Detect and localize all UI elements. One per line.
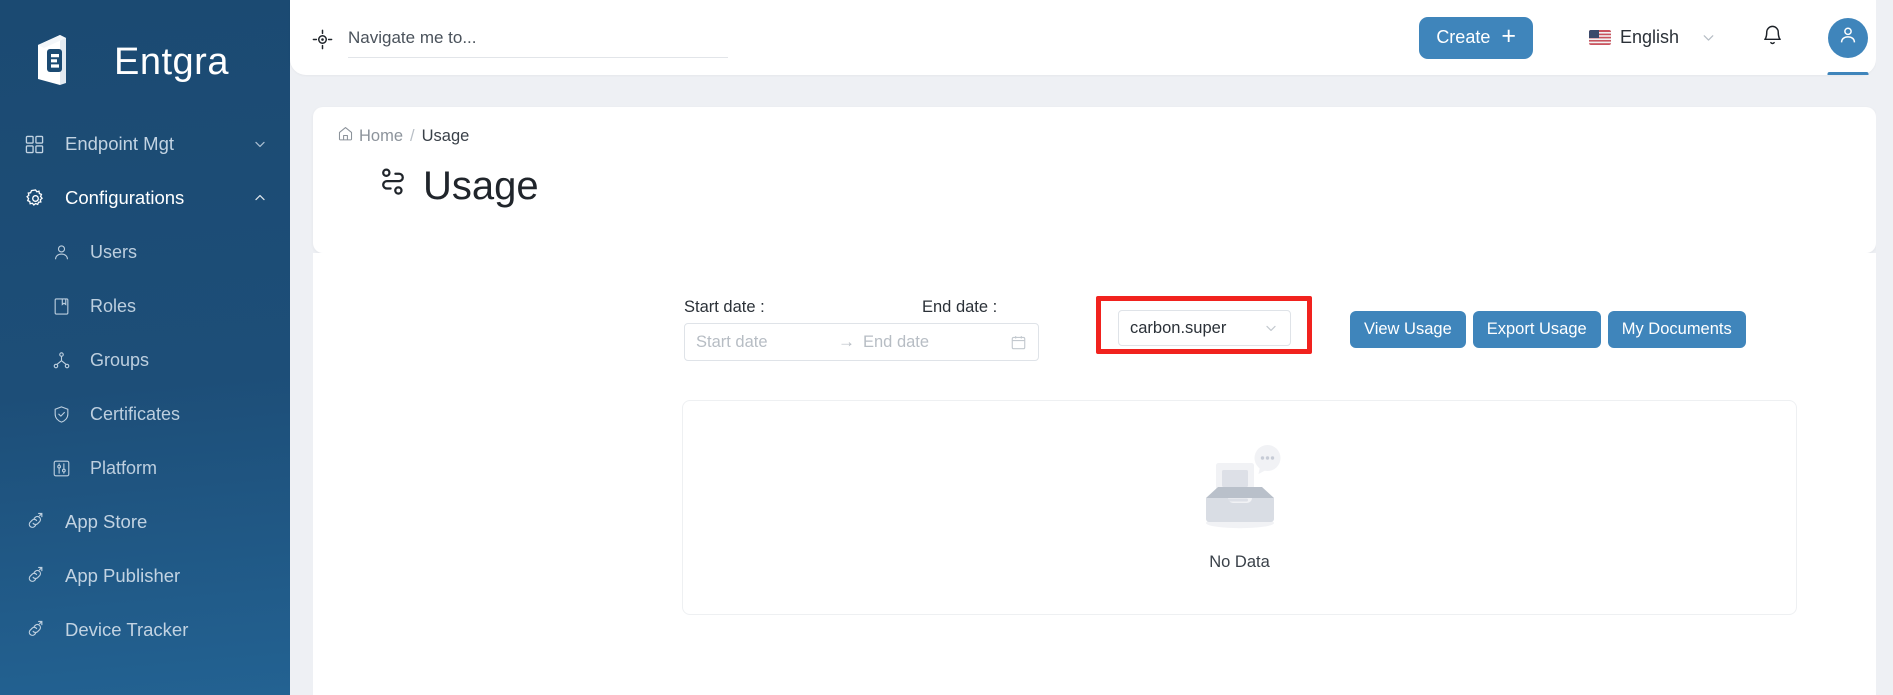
sidebar-item-label: Device Tracker [65, 619, 188, 641]
sidebar: Entgra Endpoint Mgt [0, 0, 290, 695]
range-arrow: → [838, 332, 855, 352]
date-range-picker[interactable]: → [684, 323, 1039, 361]
sidebar-item-configurations[interactable]: Configurations [0, 171, 290, 225]
sidebar-item-label: Configurations [65, 187, 184, 209]
breadcrumb: Home / Usage [313, 125, 1876, 147]
action-buttons: View Usage Export Usage My Documents [1350, 311, 1746, 348]
start-date-input[interactable] [696, 333, 836, 352]
calendar-icon[interactable] [1010, 334, 1027, 351]
breadcrumb-home[interactable]: Home [337, 125, 403, 147]
bell-icon [1761, 24, 1784, 52]
active-indicator [1828, 72, 1869, 75]
sitemap-icon [52, 351, 76, 370]
chevron-down-icon[interactable] [1700, 29, 1717, 46]
topbar: Create + English [290, 0, 1876, 75]
start-date-label: Start date : [684, 298, 922, 317]
home-icon [337, 125, 354, 147]
sidebar-item-users[interactable]: Users [0, 225, 290, 279]
brand-name: Entgra [114, 41, 229, 84]
plus-icon: + [1501, 24, 1516, 49]
sidebar-nav: Endpoint Mgt Configurations [0, 117, 290, 657]
breadcrumb-separator: / [410, 127, 415, 146]
create-button[interactable]: Create + [1419, 17, 1533, 59]
brand[interactable]: Entgra [0, 0, 290, 97]
date-labels: Start date : End date : [684, 298, 1039, 317]
user-avatar-icon [1837, 24, 1859, 51]
sidebar-item-groups[interactable]: Groups [0, 333, 290, 387]
sidebar-item-label: App Store [65, 511, 147, 533]
sidebar-item-label: Roles [90, 296, 136, 317]
gear-icon [25, 188, 51, 209]
link-icon [25, 512, 51, 532]
sidebar-item-device-tracker[interactable]: Device Tracker [0, 603, 290, 657]
app-root: Entgra Endpoint Mgt [0, 0, 1893, 695]
sidebar-item-label: Groups [90, 350, 149, 371]
empty-state-label: No Data [1209, 553, 1270, 572]
chevron-up-icon[interactable] [252, 190, 268, 206]
tenant-select-value: carbon.super [1130, 319, 1226, 338]
sidebar-item-app-store[interactable]: App Store [0, 495, 290, 549]
page-title: Usage [313, 164, 1876, 209]
us-flag-icon [1589, 30, 1611, 45]
sidebar-item-label: Endpoint Mgt [65, 133, 174, 155]
filter-bar: Start date : End date : → [313, 253, 1876, 365]
link-icon [25, 620, 51, 640]
tenant-select[interactable]: carbon.super [1118, 310, 1291, 346]
page-title-text: Usage [423, 164, 539, 209]
sidebar-item-label: App Publisher [65, 565, 180, 587]
scrollbar-gutter[interactable] [1876, 0, 1893, 695]
language-label: English [1620, 27, 1679, 48]
search-input[interactable] [348, 22, 728, 58]
book-icon [52, 297, 76, 316]
global-search[interactable] [312, 18, 742, 58]
export-usage-button[interactable]: Export Usage [1473, 311, 1601, 348]
shield-check-icon [52, 405, 76, 424]
topbar-right: Create + English [1419, 0, 1876, 75]
grid-icon [25, 135, 51, 154]
view-usage-button[interactable]: View Usage [1350, 311, 1466, 348]
sidebar-item-label: Certificates [90, 404, 180, 425]
empty-state-card: No Data [682, 400, 1797, 615]
end-date-label: End date : [922, 298, 997, 317]
create-button-label: Create [1436, 27, 1490, 48]
chevron-down-icon[interactable] [1263, 320, 1279, 336]
navigate-target-icon [312, 29, 334, 51]
date-filter-group: Start date : End date : → [684, 298, 1039, 361]
end-date-input[interactable] [863, 333, 1003, 352]
notifications-button[interactable] [1761, 24, 1784, 52]
main-area: Create + English [290, 0, 1893, 695]
language-selector[interactable]: English [1589, 27, 1717, 48]
content-panel: No Data [313, 365, 1876, 695]
sidebar-item-app-publisher[interactable]: App Publisher [0, 549, 290, 603]
sidebar-item-label: Users [90, 242, 137, 263]
breadcrumb-current: Usage [422, 127, 470, 146]
sidebar-item-label: Platform [90, 458, 157, 479]
empty-inbox-icon [1190, 443, 1290, 543]
sidebar-item-certificates[interactable]: Certificates [0, 387, 290, 441]
avatar[interactable] [1828, 18, 1868, 58]
breadcrumb-home-label: Home [359, 127, 403, 146]
user-menu[interactable] [1828, 0, 1868, 75]
sidebar-submenu-configurations: Users Roles [0, 225, 290, 495]
chevron-down-icon[interactable] [252, 136, 268, 152]
user-icon [52, 243, 76, 262]
my-documents-button[interactable]: My Documents [1608, 311, 1746, 348]
sidebar-item-roles[interactable]: Roles [0, 279, 290, 333]
sidebar-item-endpoint-mgt[interactable]: Endpoint Mgt [0, 117, 290, 171]
sliders-icon [52, 459, 76, 478]
usage-flow-icon [375, 164, 409, 209]
page-header-card: Home / Usage Usage [313, 107, 1876, 253]
sidebar-item-platform[interactable]: Platform [0, 441, 290, 495]
link-icon [25, 566, 51, 586]
entgra-logo-icon [28, 27, 98, 97]
